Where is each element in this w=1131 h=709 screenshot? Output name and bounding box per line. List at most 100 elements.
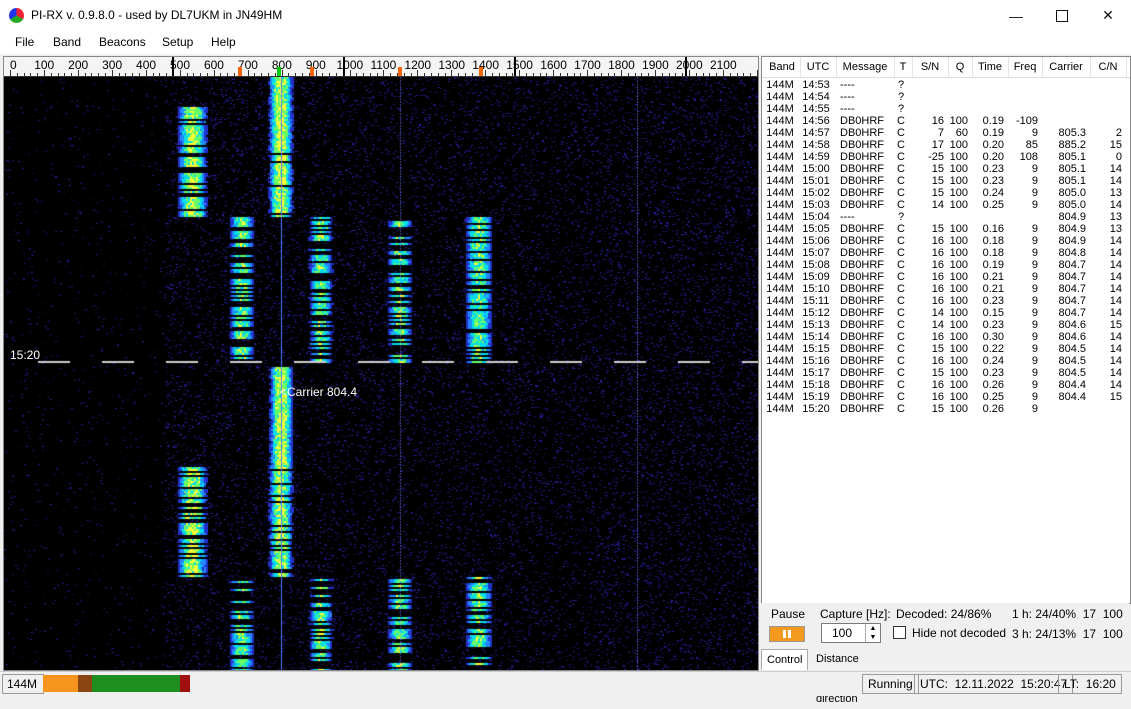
log-cell: ? [897,91,905,103]
log-cell: 15:04 [802,211,830,223]
log-cell: DB0HRF [840,187,885,199]
log-row[interactable]: 144M 15:15 DB0HRF C 15 100 0.22 9 804.5 14 [762,343,1130,355]
log-header-sn[interactable]: S/N [912,57,949,77]
log-row[interactable]: 144M 15:20 DB0HRF C 15 100 0.26 9 [762,403,1130,415]
scale-label: 800 [271,58,292,72]
log-cell: 100 [949,343,968,355]
log-cell: 144M [766,163,794,175]
log-cell: 100 [949,223,968,235]
log-cell: 0.15 [982,307,1004,319]
scale-label: 600 [203,58,224,72]
close-button[interactable]: ✕ [1085,0,1131,31]
log-row[interactable]: 144M 14:55 ----? [762,103,1130,115]
menu-file[interactable]: File [15,35,34,49]
log-header-message[interactable]: Message [836,57,895,77]
menu-help[interactable]: Help [211,35,236,49]
log-cell: 2 [1115,127,1122,139]
log-row[interactable]: 144M 15:14 DB0HRF C 16 100 0.30 9 804.6 14 [762,331,1130,343]
scale-tick [600,73,602,76]
log-row[interactable]: 144M 15:09 DB0HRF C 16 100 0.21 9 804.7 14 [762,271,1130,283]
pause-icon [783,630,786,638]
scale-tick [390,73,392,76]
menu-beacons[interactable]: Beacons [99,35,146,49]
log-row[interactable]: 144M 15:07 DB0HRF C 16 100 0.18 9 804.8 14 [762,247,1130,259]
waterfall-display[interactable] [4,77,758,670]
hide-not-decoded-checkbox[interactable] [893,626,906,639]
log-row[interactable]: 144M 15:12 DB0HRF C 14 100 0.15 9 804.7 14 [762,307,1130,319]
scale-tick [505,73,507,76]
stat-1h: 1 h: 24/40% 17 100 [1012,607,1123,621]
log-row[interactable]: 144M 15:06 DB0HRF C 16 100 0.18 9 804.9 14 [762,235,1130,247]
scale-tick [492,73,494,76]
log-cell: DB0HRF [840,331,885,343]
log-cell: 804.4 [1058,379,1086,391]
log-header-utc[interactable]: UTC [800,57,837,77]
log-cell: ? [897,103,905,115]
log-row[interactable]: 144M 15:08 DB0HRF C 16 100 0.19 9 804.7 14 [762,259,1130,271]
menu-setup[interactable]: Setup [162,35,193,49]
log-cell: 885.2 [1058,139,1086,151]
log-row[interactable]: 144M 14:59 DB0HRF C -25 100 0.20 108 805.1 0 [762,151,1130,163]
log-row[interactable]: 144M 15:18 DB0HRF C 16 100 0.26 9 804.4 14 [762,379,1130,391]
log-row[interactable]: 144M 15:02 DB0HRF C 15 100 0.24 9 805.0 13 [762,187,1130,199]
scale-label: 1500 [506,58,533,72]
log-row[interactable]: 144M 14:56 DB0HRF C 16 100 0.19 -109 [762,115,1130,127]
level-brown-segment [78,675,92,692]
log-header-cn[interactable]: C/N [1090,57,1127,77]
log-cell: 15:07 [802,247,830,259]
log-cell: C [897,139,905,151]
log-header: Band UTC Message T S/N Q Time Freq Carrier C/N [762,57,1130,78]
log-row[interactable]: 144M 14:53 ----? [762,79,1130,91]
log-row[interactable]: 144M 14:58 DB0HRF C 17 100 0.20 85 885.2 15 [762,139,1130,151]
log-header-time[interactable]: Time [972,57,1009,77]
log-row[interactable]: 144M 15:11 DB0HRF C 16 100 0.23 9 804.7 14 [762,295,1130,307]
menu-band[interactable]: Band [53,35,81,49]
log-row[interactable]: 144M 14:54 ----? [762,91,1130,103]
log-cell: DB0HRF [840,151,885,163]
log-row[interactable]: 144M 15:05 DB0HRF C 15 100 0.16 9 804.9 13 [762,223,1130,235]
log-row[interactable]: 144M 15:17 DB0HRF C 15 100 0.23 9 804.5 14 [762,367,1130,379]
log-cell: C [897,127,905,139]
log-header-t[interactable]: T [894,57,913,77]
frequency-marker [238,67,242,76]
log-cell: 100 [949,391,968,403]
log-row[interactable]: 144M 14:57 DB0HRF C 7 60 0.19 9 805.3 2 [762,127,1130,139]
log-cell: 804.5 [1058,355,1086,367]
spinner-arrows-icon[interactable]: ▲ ▼ [865,624,880,642]
log-row[interactable]: 144M 15:04 ----? 804.9 13 [762,211,1130,223]
log-row[interactable]: 144M 15:03 DB0HRF C 14 100 0.25 9 805.0 14 [762,199,1130,211]
log-header-band[interactable]: Band [764,57,801,77]
maximize-button[interactable] [1039,0,1085,31]
scale-tick [301,73,303,76]
log-cell: 14 [1109,355,1122,367]
log-cell: 144M [766,175,794,187]
log-cell: C [897,343,905,355]
log-row[interactable]: 144M 15:16 DB0HRF C 16 100 0.24 9 804.5 14 [762,355,1130,367]
log-cell: 0.21 [982,271,1004,283]
log-row[interactable]: 144M 15:00 DB0HRF C 15 100 0.23 9 805.1 14 [762,163,1130,175]
scale-tick [335,73,337,76]
log-row[interactable]: 144M 15:01 DB0HRF C 15 100 0.23 9 805.1 14 [762,175,1130,187]
scale-tick [139,73,140,76]
minimize-button[interactable]: — [993,0,1039,31]
log-row[interactable]: 144M 15:19 DB0HRF C 16 100 0.25 9 804.4 15 [762,391,1130,403]
log-row[interactable]: 144M 15:13 DB0HRF C 14 100 0.23 9 804.6 15 [762,319,1130,331]
tab-distance-direction[interactable]: Distance & direction [811,649,864,705]
log-cell: DB0HRF [840,259,885,271]
log-header-q[interactable]: Q [948,57,973,77]
decode-log[interactable]: Band UTC Message T S/N Q Time Freq Carrier C/N 14… [761,56,1131,604]
log-cell: 15 [931,187,944,199]
log-cell: 14 [1109,331,1122,343]
scale-label: 1700 [574,58,601,72]
log-cell: 14 [1109,235,1122,247]
capture-spinner[interactable]: 100 ▲ ▼ [821,623,881,643]
log-cell: ---- [840,211,855,223]
log-header-carrier[interactable]: Carrier [1042,57,1091,77]
log-row[interactable]: 144M 15:10 DB0HRF C 16 100 0.21 9 804.7 14 [762,283,1130,295]
pause-button[interactable] [769,626,805,642]
tab-control[interactable]: Control [761,649,809,670]
waterfall-panel[interactable]: 0 100 200 300 400 500 600 700 800 900 1000 1100 1200… [3,56,759,671]
log-header-freq[interactable]: Freq [1008,57,1043,77]
log-cell: 14 [1109,379,1122,391]
scale-tick [559,73,561,76]
